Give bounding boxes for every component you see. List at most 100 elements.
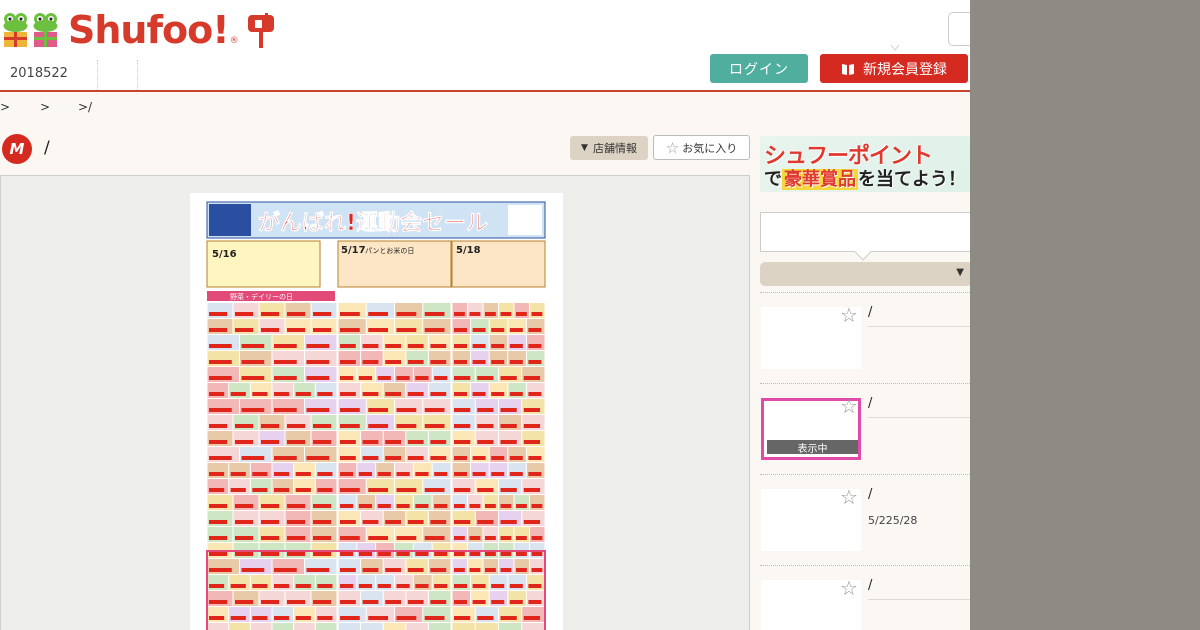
flyer-price-tag	[340, 536, 360, 540]
flyer-item-title: /	[868, 578, 873, 593]
flyer-list-item[interactable]: ☆ /	[760, 565, 970, 630]
flyer-price-tag	[209, 552, 228, 556]
banner-highlight: 豪華賞品	[782, 169, 858, 190]
flyer-price-tag	[472, 392, 486, 396]
flyer-price-tag	[295, 488, 311, 492]
shufoo-points-banner[interactable]: シュフーポイント で豪華賞品 を当てよう！	[760, 136, 970, 192]
register-button[interactable]: 新規会員登録	[820, 54, 968, 83]
flyer-price-tag	[230, 392, 246, 396]
flyer-price-tag	[261, 536, 280, 540]
notch	[854, 243, 872, 261]
date-tab[interactable]: 2018522	[0, 60, 98, 90]
flyer-price-tag	[209, 312, 228, 316]
store-info-button[interactable]: ▼ 店舗情報	[570, 136, 648, 160]
flyer-image[interactable]: がんばれ!運動会セール 5/16 5/17 パンとお米の日 5/18 野菜・デイ…	[190, 193, 563, 630]
flyer-price-tag	[368, 536, 389, 540]
flyer-day-label: 5/17	[341, 245, 366, 256]
shufoo-logo[interactable]: Shufoo! ®	[2, 8, 275, 52]
flyer-price-tag	[274, 584, 290, 588]
flyer-price-tag	[396, 376, 410, 380]
flyer-price-tag	[477, 440, 494, 444]
book-icon	[842, 63, 854, 75]
flyer-price-tag	[477, 488, 494, 492]
star-icon[interactable]: ☆	[840, 303, 858, 327]
flyer-price-tag	[252, 584, 268, 588]
flyer-price-tag	[209, 328, 228, 332]
flyer-viewer[interactable]: がんばれ!運動会セール 5/16 5/17 パンとお米の日 5/18 野菜・デイ…	[0, 175, 750, 630]
flyer-price-tag	[235, 312, 254, 316]
flyer-item-period: 5/225/28	[868, 514, 918, 527]
flyer-price-tag	[516, 536, 527, 540]
flyer-price-tag	[396, 584, 410, 588]
flyer-price-tag	[209, 344, 232, 348]
flyer-price-tag	[340, 520, 356, 524]
flyer-list-item[interactable]: ☆ /	[760, 292, 970, 382]
login-button[interactable]: ログイン	[710, 54, 808, 83]
flyer-price-tag	[415, 504, 429, 508]
favorite-button[interactable]: ☆ お気に入り	[653, 135, 750, 160]
flyer-item-title: /	[868, 487, 873, 502]
flyer-price-tag	[454, 552, 465, 556]
flyer-price-tag	[424, 616, 445, 620]
flyer-price-tag	[454, 392, 468, 396]
flyer-list-item-active[interactable]: 表示中 ☆ /	[760, 383, 970, 473]
star-icon[interactable]: ☆	[840, 394, 858, 418]
search-input[interactable]	[948, 12, 970, 46]
flyer-price-tag	[209, 520, 228, 524]
star-icon[interactable]: ☆	[840, 485, 858, 509]
flyer-price-tag	[340, 488, 360, 492]
flyer-graphic: がんばれ!運動会セール 5/16 5/17 パンとお米の日 5/18 野菜・デイ…	[206, 201, 546, 630]
flyer-price-tag	[295, 616, 311, 620]
sidebar-info-box[interactable]	[760, 212, 970, 261]
flyer-select[interactable]: ▼	[760, 262, 970, 286]
breadcrumb-item[interactable]: >	[0, 100, 40, 114]
store-logo-icon: M	[2, 134, 32, 164]
favorite-label: お気に入り	[682, 141, 738, 155]
flyer-price-tag	[396, 488, 417, 492]
flyer-price-tag	[500, 312, 512, 316]
flyer-price-tag	[485, 552, 496, 556]
flyer-price-tag	[407, 568, 424, 572]
star-icon[interactable]: ☆	[840, 576, 858, 600]
flyer-price-tag	[235, 328, 254, 332]
flyer-price-tag	[491, 600, 505, 604]
registered-mark: ®	[229, 36, 239, 46]
flyer-price-tag	[230, 472, 246, 476]
flyer-price-tag	[313, 504, 332, 508]
flyer-price-tag	[523, 488, 541, 492]
flyer-price-tag	[485, 536, 496, 540]
flyer-price-tag	[385, 440, 402, 444]
flyer-price-tag	[500, 424, 517, 428]
breadcrumb-item[interactable]: >/	[78, 100, 92, 114]
flyer-price-tag	[358, 504, 373, 508]
flyer-day-label: 5/18	[456, 245, 481, 256]
flyer-price-tag	[306, 360, 330, 364]
flyer-price-tag	[454, 408, 471, 412]
flyer-price-tag	[230, 488, 246, 492]
flyer-price-tag	[235, 600, 254, 604]
flyer-price-tag	[313, 440, 332, 444]
flyer-price-tag	[434, 376, 448, 380]
flyer-list-item[interactable]: ☆ / 5/225/28	[760, 474, 970, 564]
flyer-price-tag	[500, 616, 517, 620]
flyer-price-tag	[368, 488, 389, 492]
breadcrumb-item[interactable]: >	[40, 100, 78, 114]
flyer-price-tag	[287, 552, 306, 556]
flyer-price-tag	[362, 392, 379, 396]
flyer-price-tag	[454, 376, 471, 380]
flyer-price-tag	[531, 536, 543, 540]
flyer-price-tag	[516, 312, 527, 316]
flyer-price-tag	[209, 584, 225, 588]
flyer-price-tag	[241, 408, 265, 412]
flyer-price-tag	[358, 376, 373, 380]
flyer-price-tag	[415, 584, 429, 588]
flyer-price-tag	[469, 536, 481, 540]
flyer-price-tag	[430, 440, 447, 444]
flyer-price-tag	[491, 392, 505, 396]
flyer-price-tag	[340, 408, 360, 412]
flyer-price-tag	[454, 616, 471, 620]
flyer-price-tag	[477, 424, 494, 428]
flyer-price-tag	[396, 616, 417, 620]
nav-tab[interactable]	[98, 60, 138, 90]
frog-mascot-icon	[2, 10, 62, 50]
